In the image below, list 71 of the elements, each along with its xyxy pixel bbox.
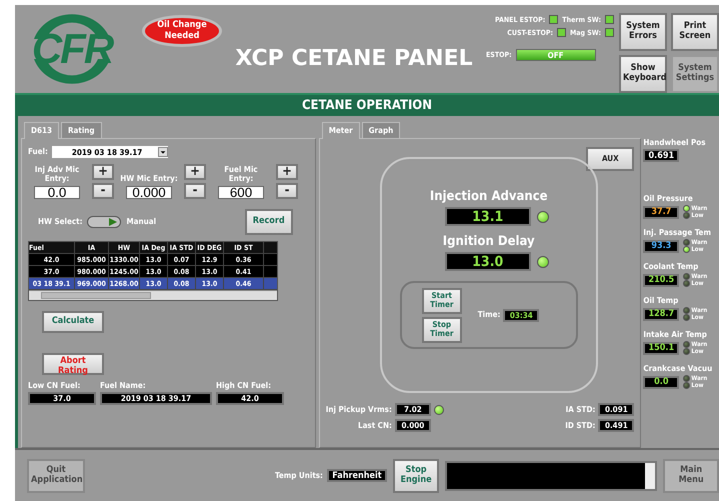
mic-entry-field[interactable]: 0.000 [126,186,172,199]
gauge-title: Injection Advance [430,189,548,204]
sensor-name: Coolant Temp [643,262,700,271]
sensor-value: 128.7 [648,309,674,319]
readout-label: Fuel Name: [100,381,147,390]
sensor-value: 93.3 [651,241,672,251]
gauge-value: 13.0 [444,252,531,271]
header-button[interactable]: Show Keyboard [619,55,667,93]
header-button[interactable]: System Errors [619,13,667,51]
hw-select-value: Manual [126,217,156,227]
sensor-name: Oil Temp [643,296,680,305]
estop-indicator: OFF [516,49,596,61]
readout-value: 2019 03 18 39.17 [100,392,212,406]
plus-button[interactable]: + [184,164,206,180]
section-title: CETANE OPERATION [302,98,432,113]
sensor-value: 0.691 [648,150,674,160]
stop-engine-button[interactable]: Stop Engine [392,458,440,492]
scrollbar[interactable] [29,290,277,300]
sensor-value: 210.5 [648,275,674,285]
fuel-label: Fuel: [28,147,48,157]
sensor-name: Oil Pressure [643,194,694,203]
readout-value: 0.491 [598,419,634,432]
readout-label: IA STD: [566,404,596,414]
mic-entry-field[interactable]: 0.0 [34,186,80,199]
start-timer-button[interactable]: Start Timer [422,288,462,314]
gauge-title: Ignition Delay [442,234,535,249]
scrollbar[interactable] [645,462,656,488]
mic-entry-label: Fuel Mic Entry: [223,164,259,183]
mic-entry-field[interactable]: 600 [218,186,264,199]
sensor-value: 150.1 [648,343,674,353]
sensor-name: Intake Air Temp [643,330,708,339]
readout-label: Low CN Fuel: [28,381,82,390]
minus-button[interactable]: - [184,183,206,199]
temp-units-value: Fahrenheit [326,469,387,482]
temp-units-label: Temp Units: [275,470,323,480]
readout-label: High CN Fuel: [216,381,272,390]
plus-button[interactable]: + [276,164,298,180]
readout-label: Inj Pickup Vrms: [326,404,392,414]
plus-button[interactable]: + [92,164,114,180]
readout-label: Last CN: [358,420,392,430]
time-label: Time: [478,310,500,320]
fuel-dropdown[interactable]: 2019 03 18 39.17 [52,146,168,158]
hw-select-label: HW Select: [38,217,82,227]
sensor-name: Crankcase Vacuu [643,364,714,373]
stop-timer-button[interactable]: Stop Timer [422,316,462,342]
aux-button[interactable]: AUX [586,147,634,171]
readout-label: ID STD: [565,420,596,430]
sensor-name: Handwheel Pos [643,138,706,147]
mic-entry-label: Inj Adv Mic Entry: [34,164,80,183]
readout-value: 7.02 [394,403,431,416]
panel-title: XCP CETANE PANEL [235,46,473,70]
triangle-icon [109,218,118,226]
sensor-value: 37.7 [651,207,672,217]
record-button[interactable]: Record [244,209,293,235]
readout-value: 42.0 [216,392,284,406]
mic-entry-label: HW Mic Entry: [120,174,178,183]
minus-button[interactable]: - [92,183,114,199]
time-value: 03:34 [503,308,540,322]
minus-button[interactable]: - [276,183,298,199]
caret-icon [158,147,168,157]
oil-change-alert: Oil Change Needed [142,15,222,47]
sensor-name: Inj. Passage Tem [643,228,712,237]
sensor-value: 0.0 [654,377,668,387]
readout-value: 0.000 [394,419,431,432]
header-button[interactable]: Print Screen [671,13,719,51]
gauge-value: 13.1 [444,207,531,226]
readout-value: 0.091 [598,403,634,416]
toggle-switch[interactable] [87,216,122,228]
calculate-button[interactable]: Calculate [42,311,104,333]
abort-rating-button[interactable]: Abort Rating [42,353,104,375]
readout-value: 37.0 [28,392,96,406]
